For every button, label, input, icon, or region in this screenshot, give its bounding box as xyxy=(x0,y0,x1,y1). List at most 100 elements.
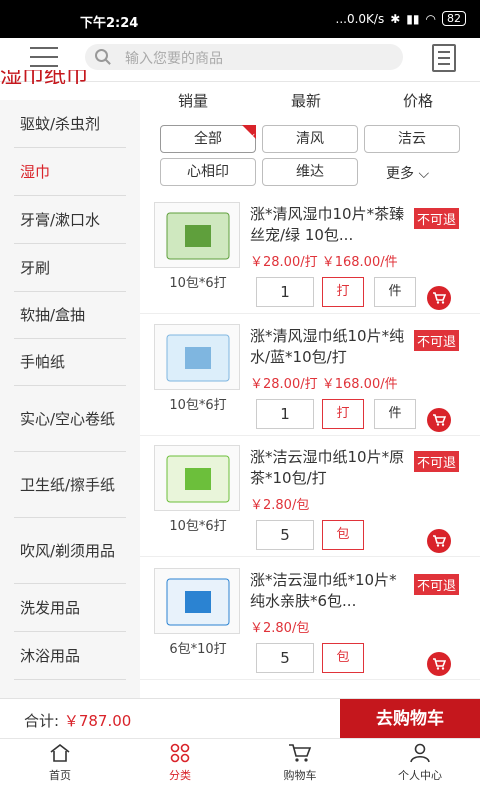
product-card: 10包*6打 涨*清风湿巾纸10片*纯水/蓝*10包/打 不可退 ￥28.00/打 ￥… xyxy=(140,318,480,436)
filter-chip[interactable]: 维达 xyxy=(262,158,358,186)
product-name[interactable]: 涨*清风湿巾10片*茶臻丝宠/绿 10包... xyxy=(250,204,410,246)
tab-cart[interactable]: 购物车 xyxy=(240,739,360,787)
filter-chip-label: 洁云 xyxy=(398,131,426,147)
product-spec: 10包*6打 xyxy=(169,398,227,413)
category-title: 湿巾纸巾 xyxy=(0,70,89,84)
search-placeholder: 输入您要的商品 xyxy=(125,51,223,67)
bottom-tab-bar: 首页 分类 购物车 个人中心 xyxy=(0,738,480,786)
unit-option[interactable]: 件 xyxy=(374,277,416,307)
selected-check-icon xyxy=(242,124,256,150)
sidebar-item[interactable]: 手帕纸 xyxy=(14,339,126,386)
non-returnable-badge: 不可退 xyxy=(414,208,460,229)
non-returnable-badge: 不可退 xyxy=(414,574,460,595)
status-bar: 下午2:24 ...0.0K/s ✱ ▮▮ ◠ 82 xyxy=(0,0,480,38)
total-value: ￥787.00 xyxy=(63,712,132,730)
add-to-cart-icon[interactable] xyxy=(427,652,451,676)
search-icon xyxy=(95,49,108,62)
search-input[interactable]: 输入您要的商品 xyxy=(85,44,403,70)
sort-newest[interactable]: 最新 xyxy=(291,90,321,111)
menu-icon[interactable] xyxy=(30,47,58,69)
sidebar-item[interactable]: 洗发用品 xyxy=(14,584,126,632)
unit-option[interactable]: 件 xyxy=(374,399,416,429)
product-price: ￥2.80/包 xyxy=(250,498,310,513)
sidebar-item[interactable]: 牙刷 xyxy=(14,244,126,292)
sidebar-item[interactable]: 驱蚊/杀虫剂 xyxy=(14,100,126,148)
filter-chip[interactable]: 清风 xyxy=(262,125,358,153)
product-price: ￥28.00/打 ￥168.00/件 xyxy=(250,255,398,270)
category-icon xyxy=(168,743,192,763)
signal-icon: ▮▮ xyxy=(406,11,420,26)
product-name[interactable]: 涨*清风湿巾纸10片*纯水/蓝*10包/打 xyxy=(250,326,410,368)
product-image[interactable] xyxy=(154,568,240,634)
product-image[interactable] xyxy=(154,445,240,511)
sort-price[interactable]: 价格 xyxy=(403,90,433,111)
product-price: ￥28.00/打 ￥168.00/件 xyxy=(250,377,398,392)
non-returnable-badge: 不可退 xyxy=(414,330,460,351)
tab-label: 购物车 xyxy=(283,769,317,782)
status-icons: ...0.0K/s ✱ ▮▮ ◠ 82 xyxy=(336,11,466,26)
product-image[interactable] xyxy=(154,202,240,268)
sidebar-item[interactable]: 湿巾 xyxy=(14,148,126,196)
go-to-cart-button[interactable]: 去购物车 xyxy=(340,699,480,739)
total-label: 合计: xyxy=(24,712,60,730)
tab-category[interactable]: 分类 xyxy=(120,739,240,787)
tab-user[interactable]: 个人中心 xyxy=(360,739,480,787)
product-spec: 10包*6打 xyxy=(169,276,227,291)
sort-sales[interactable]: 销量 xyxy=(178,90,208,111)
sidebar-item[interactable]: 卫生纸/擦手纸 xyxy=(14,452,126,518)
product-spec: 6包*10打 xyxy=(169,642,227,657)
unit-option[interactable]: 包 xyxy=(322,520,364,550)
filter-chip[interactable]: 心相印 xyxy=(160,158,256,186)
quantity-input[interactable]: 1 xyxy=(256,277,314,307)
filter-chip[interactable]: 全部 xyxy=(160,124,256,153)
sidebar-item[interactable]: 实心/空心卷纸 xyxy=(14,386,126,452)
tab-home[interactable]: 首页 xyxy=(0,739,120,787)
filter-chip-label: 心相印 xyxy=(187,164,229,180)
network-speed: ...0.0K/s xyxy=(335,11,385,26)
quantity-input[interactable]: 1 xyxy=(256,399,314,429)
chevron-down-icon: ⌵ xyxy=(414,166,430,182)
unit-option[interactable]: 打 xyxy=(322,399,364,429)
sidebar-item[interactable]: 沐浴用品 xyxy=(14,632,126,680)
more-filters-label: 更多 xyxy=(386,166,414,182)
sidebar-item[interactable]: 牙膏/漱口水 xyxy=(14,196,126,244)
unit-option[interactable]: 打 xyxy=(322,277,364,307)
product-name[interactable]: 涨*洁云湿巾纸*10片*纯水亲肤*6包... xyxy=(250,570,410,612)
product-panel: 销量 最新 价格 全部 清风 洁云心相印 维达 更多 ⌵ 10包*6打 涨*清风湿巾10片… xyxy=(140,82,480,698)
add-to-cart-icon[interactable] xyxy=(427,529,451,553)
product-card: 10包*6打 涨*洁云湿巾纸10片*原茶*10包/打 不可退 ￥2.80/包 5 包 xyxy=(140,439,480,557)
user-icon xyxy=(408,743,432,763)
category-sidebar: 驱蚊/杀虫剂 湿巾 牙膏/漱口水 牙刷 软抽/盒抽 手帕纸 实心/空心卷纸 卫生纸/擦手纸 吹风… xyxy=(0,100,140,698)
tab-label: 首页 xyxy=(49,769,71,782)
wifi-icon: ◠ xyxy=(425,11,436,26)
product-name[interactable]: 涨*洁云湿巾纸10片*原茶*10包/打 xyxy=(250,447,410,489)
tab-label: 分类 xyxy=(169,769,191,782)
more-filters-button[interactable]: 更多 ⌵ xyxy=(386,163,429,183)
bluetooth-icon: ✱ xyxy=(390,11,401,26)
product-price: ￥2.80/包 xyxy=(250,621,310,636)
home-icon xyxy=(48,743,72,763)
cart-total: 合计: ￥787.00 xyxy=(24,710,131,731)
product-card: 10包*6打 涨*清风湿巾10片*茶臻丝宠/绿 10包... 不可退 ￥28.00/打… xyxy=(140,196,480,314)
cart-summary-bar: 合计: ￥787.00 去购物车 xyxy=(0,698,480,739)
add-to-cart-icon[interactable] xyxy=(427,408,451,432)
tab-label: 个人中心 xyxy=(398,769,442,782)
product-image[interactable] xyxy=(154,324,240,390)
battery-icon: 82 xyxy=(442,11,466,26)
filter-chip-label: 清风 xyxy=(296,131,324,147)
filter-chip-label: 维达 xyxy=(296,164,324,180)
quantity-input[interactable]: 5 xyxy=(256,520,314,550)
status-time: 下午2:24 xyxy=(80,16,139,31)
filter-chip[interactable]: 洁云 xyxy=(364,125,460,153)
unit-option[interactable]: 包 xyxy=(322,643,364,673)
system-nav-bar xyxy=(0,786,480,800)
sidebar-item[interactable]: 软抽/盒抽 xyxy=(14,292,126,339)
cart-icon xyxy=(288,743,312,763)
sidebar-item[interactable]: 吹风/剃须用品 xyxy=(14,518,126,584)
non-returnable-badge: 不可退 xyxy=(414,451,460,472)
product-card: 6包*10打 涨*洁云湿巾纸*10片*纯水亲肤*6包... 不可退 ￥2.80/包 5 包 xyxy=(140,562,480,680)
quantity-input[interactable]: 5 xyxy=(256,643,314,673)
order-list-icon[interactable] xyxy=(432,44,456,72)
add-to-cart-icon[interactable] xyxy=(427,286,451,310)
filter-chip-label: 全部 xyxy=(194,131,222,147)
